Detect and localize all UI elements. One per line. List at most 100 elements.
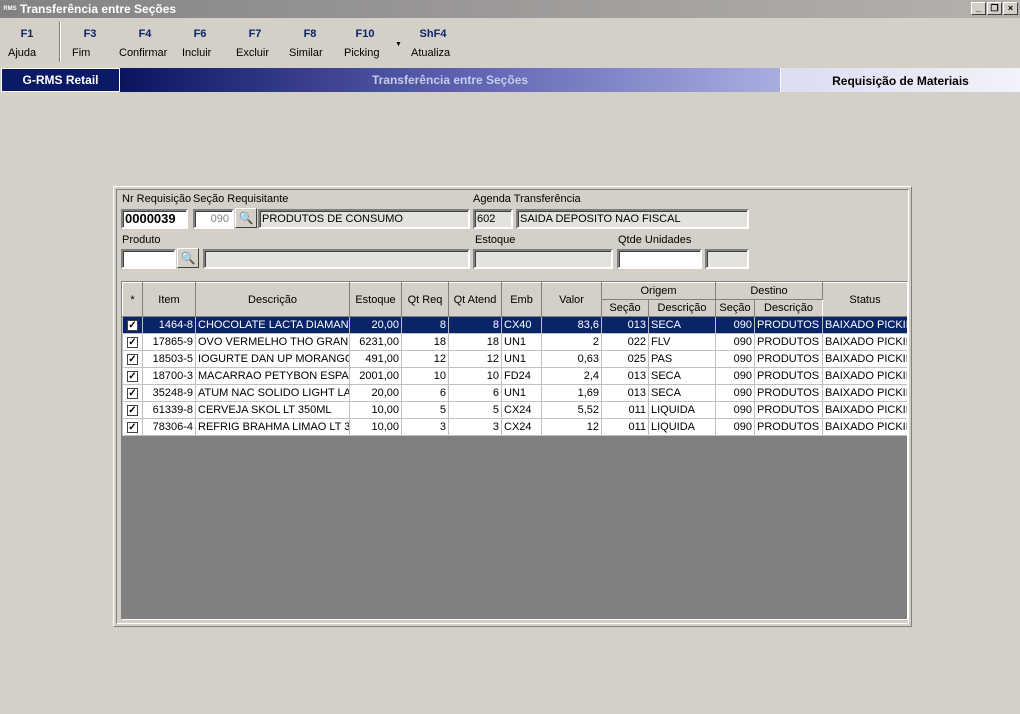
cell-status[interactable]: BAIXADO PICKIN	[822, 333, 907, 351]
cell-orig-desc[interactable]: FLV	[648, 333, 716, 351]
toolbar-button-excluir[interactable]: F7 Excluir	[236, 28, 274, 59]
col-origem-descricao-header[interactable]: Descrição	[648, 299, 716, 317]
cell-dest-desc[interactable]: PRODUTOS D	[753, 316, 824, 334]
items-grid[interactable]: * Item Descrição Estoque Qt Req Qt Atend…	[121, 281, 908, 620]
cell-emb[interactable]: CX40	[501, 316, 542, 334]
restore-button[interactable]: ❐	[987, 2, 1002, 15]
cell-dest-secao[interactable]: 090	[715, 418, 755, 436]
cell-orig-secao[interactable]: 011	[601, 401, 649, 419]
table-row[interactable]: ✓ 61339-8 CERVEJA SKOL LT 350ML 10,00 5 5 CX24…	[122, 401, 907, 419]
secao-search-binoculars-icon[interactable]: 🔍	[235, 208, 257, 228]
col-item-header[interactable]: Item	[142, 282, 196, 317]
table-row[interactable]: ✓ 78306-4 REFRIG BRAHMA LIMAO LT 35 10,00 3 3…	[122, 418, 907, 436]
cell-orig-desc[interactable]: SECA	[648, 316, 716, 334]
col-emb-header[interactable]: Emb	[501, 282, 542, 317]
cell-qt-atend[interactable]: 18	[448, 333, 502, 351]
cell-orig-secao[interactable]: 025	[601, 350, 649, 368]
cell-dest-desc[interactable]: PRODUTOS D	[753, 350, 824, 368]
col-check-header[interactable]: *	[122, 282, 143, 317]
secao-codigo-field[interactable]: 090	[193, 209, 234, 229]
cell-item[interactable]: 18700-3	[142, 367, 196, 385]
cell-status[interactable]: BAIXADO PICKIN	[822, 384, 907, 402]
table-row[interactable]: ✓ 18700-3 MACARRAO PETYBON ESPAG 2001,00 10 1…	[122, 367, 907, 385]
minimize-button[interactable]: _	[971, 2, 986, 15]
toolbar-button-atualiza[interactable]: ShF4 Atualiza	[411, 28, 455, 59]
cell-descricao[interactable]: OVO VERMELHO THO GRAND	[195, 333, 350, 351]
row-checkbox[interactable]: ✓	[127, 337, 138, 348]
col-destino-secao-header[interactable]: Seção	[715, 299, 755, 317]
produto-search-binoculars-icon[interactable]: 🔍	[177, 248, 199, 268]
cell-emb[interactable]: FD24	[501, 367, 542, 385]
cell-estoque[interactable]: 10,00	[349, 401, 402, 419]
table-row[interactable]: ✓ 18503-5 IOGURTE DAN UP MORANGO 491,00 12 12…	[122, 350, 907, 368]
cell-qt-atend[interactable]: 3	[448, 418, 502, 436]
toolbar-button-incluir[interactable]: F6 Incluir	[182, 28, 218, 59]
toolbar-button-similar[interactable]: F8 Similar	[289, 28, 331, 59]
cell-estoque[interactable]: 6231,00	[349, 333, 402, 351]
col-status-header[interactable]: Status	[822, 282, 907, 317]
cell-descricao[interactable]: CERVEJA SKOL LT 350ML	[195, 401, 350, 419]
row-checkbox[interactable]: ✓	[127, 354, 138, 365]
cell-qt-atend[interactable]: 5	[448, 401, 502, 419]
cell-descricao[interactable]: ATUM NAC SOLIDO LIGHT LA	[195, 384, 350, 402]
cell-item[interactable]: 17865-9	[142, 333, 196, 351]
cell-orig-desc[interactable]: LIQUIDA	[648, 401, 716, 419]
cell-orig-desc[interactable]: SECA	[648, 367, 716, 385]
cell-descricao[interactable]: IOGURTE DAN UP MORANGO	[195, 350, 350, 368]
cell-orig-secao[interactable]: 013	[601, 367, 649, 385]
cell-estoque[interactable]: 10,00	[349, 418, 402, 436]
toolbar-button-confirmar[interactable]: F4 Confirmar	[119, 28, 171, 59]
cell-item[interactable]: 35248-9	[142, 384, 196, 402]
toolbar-button-ajuda[interactable]: F1 Ajuda	[8, 28, 46, 59]
cell-qt-atend[interactable]: 8	[448, 316, 502, 334]
col-qt-req-header[interactable]: Qt Req	[401, 282, 449, 317]
row-checkbox[interactable]: ✓	[127, 422, 138, 433]
cell-dest-secao[interactable]: 090	[715, 401, 755, 419]
cell-valor[interactable]: 2,4	[541, 367, 602, 385]
qtde-unidades-field[interactable]	[617, 249, 702, 269]
cell-emb[interactable]: CX24	[501, 401, 542, 419]
cell-valor[interactable]: 83,6	[541, 316, 602, 334]
cell-dest-secao[interactable]: 090	[715, 316, 755, 334]
cell-qt-atend[interactable]: 6	[448, 384, 502, 402]
toolbar-button-picking[interactable]: F10 Picking	[344, 28, 386, 59]
produto-field[interactable]	[121, 249, 176, 269]
toolbar-button-fim[interactable]: F3 Fim	[72, 28, 108, 59]
cell-dest-desc[interactable]: PRODUTOS D	[753, 418, 824, 436]
row-checkbox[interactable]: ✓	[127, 320, 138, 331]
cell-item[interactable]: 1464-8	[142, 316, 196, 334]
cell-orig-desc[interactable]: SECA	[648, 384, 716, 402]
cell-qt-req[interactable]: 6	[401, 384, 449, 402]
cell-qt-atend[interactable]: 10	[448, 367, 502, 385]
cell-qt-req[interactable]: 10	[401, 367, 449, 385]
cell-status[interactable]: BAIXADO PICKIN	[822, 418, 907, 436]
cell-status[interactable]: BAIXADO PICKIN	[822, 350, 907, 368]
cell-estoque[interactable]: 20,00	[349, 384, 402, 402]
cell-valor[interactable]: 5,52	[541, 401, 602, 419]
cell-estoque[interactable]: 20,00	[349, 316, 402, 334]
cell-descricao[interactable]: CHOCOLATE LACTA DIAMANT	[195, 316, 350, 334]
table-row[interactable]: ✓ 35248-9 ATUM NAC SOLIDO LIGHT LA 20,00 6 6 U…	[122, 384, 907, 402]
cell-qt-req[interactable]: 12	[401, 350, 449, 368]
table-row[interactable]: ✓ 1464-8 CHOCOLATE LACTA DIAMANT 20,00 8 8 CX4…	[122, 316, 907, 334]
cell-qt-req[interactable]: 3	[401, 418, 449, 436]
cell-item[interactable]: 78306-4	[142, 418, 196, 436]
cell-qt-req[interactable]: 8	[401, 316, 449, 334]
cell-valor[interactable]: 0,63	[541, 350, 602, 368]
cell-valor[interactable]: 12	[541, 418, 602, 436]
cell-orig-desc[interactable]: PAS	[648, 350, 716, 368]
cell-orig-desc[interactable]: LIQUIDA	[648, 418, 716, 436]
cell-dest-desc[interactable]: PRODUTOS D	[753, 384, 824, 402]
cell-valor[interactable]: 2	[541, 333, 602, 351]
cell-descricao[interactable]: MACARRAO PETYBON ESPAG	[195, 367, 350, 385]
cell-dest-secao[interactable]: 090	[715, 367, 755, 385]
cell-orig-secao[interactable]: 011	[601, 418, 649, 436]
cell-emb[interactable]: UN1	[501, 384, 542, 402]
row-checkbox[interactable]: ✓	[127, 405, 138, 416]
cell-qt-req[interactable]: 5	[401, 401, 449, 419]
cell-orig-secao[interactable]: 013	[601, 316, 649, 334]
cell-dest-secao[interactable]: 090	[715, 350, 755, 368]
cell-dest-secao[interactable]: 090	[715, 333, 755, 351]
cell-emb[interactable]: UN1	[501, 333, 542, 351]
agenda-codigo-field[interactable]: 602	[473, 209, 513, 229]
